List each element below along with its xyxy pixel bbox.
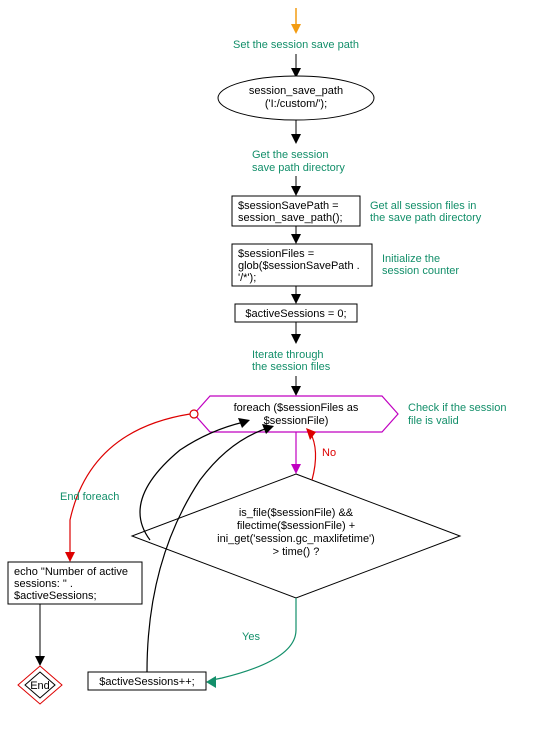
code-assign-path-l1: $sessionSavePath =: [238, 200, 339, 212]
label-yes: Yes: [242, 631, 260, 643]
code-session-save-path-l2: ('I:/custom/');: [265, 98, 327, 110]
code-glob-l1: $sessionFiles =: [238, 248, 314, 260]
annot-init-counter-l1: Initialize the: [382, 253, 440, 265]
code-echo-l3: $activeSessions;: [14, 590, 97, 602]
code-init-zero: $activeSessions = 0;: [245, 308, 346, 320]
code-increment: $activeSessions++;: [99, 676, 194, 688]
annot-set-path: Set the session save path: [233, 39, 359, 51]
code-cond-l1: is_file($sessionFile) &&: [239, 507, 354, 519]
label-no: No: [322, 447, 336, 459]
code-echo-l1: echo "Number of active: [14, 566, 128, 578]
code-cond-l4: > time() ?: [273, 546, 320, 558]
code-cond-l2: filectime($sessionFile) +: [237, 520, 355, 532]
code-session-save-path-l1: session_save_path: [249, 85, 343, 97]
code-foreach-l1: foreach ($sessionFiles as: [234, 402, 359, 414]
code-echo-l2: sessions: " .: [14, 578, 73, 590]
annot-check-valid-l2: file is valid: [408, 415, 459, 427]
annot-iterate-l2: the session files: [252, 361, 331, 373]
code-assign-path-l2: session_save_path();: [238, 212, 343, 224]
annot-all-files-l1: Get all session files in: [370, 200, 476, 212]
code-glob-l2: glob($sessionSavePath .: [238, 260, 360, 272]
code-glob-l3: '/*');: [238, 272, 256, 284]
annot-check-valid-l1: Check if the session: [408, 402, 506, 414]
code-end: End: [30, 680, 50, 692]
annot-all-files-l2: the save path directory: [370, 212, 482, 224]
code-foreach-l2: $sessionFile): [264, 415, 329, 427]
annot-iterate-l1: Iterate through: [252, 349, 324, 361]
foreach-exit-port: [190, 410, 198, 418]
annot-get-path-l1: Get the session: [252, 149, 328, 161]
annot-init-counter-l2: session counter: [382, 265, 459, 277]
code-cond-l3: ini_get('session.gc_maxlifetime'): [217, 533, 375, 545]
annot-end-foreach: End foreach: [60, 491, 119, 503]
annot-get-path-l2: save path directory: [252, 162, 345, 174]
